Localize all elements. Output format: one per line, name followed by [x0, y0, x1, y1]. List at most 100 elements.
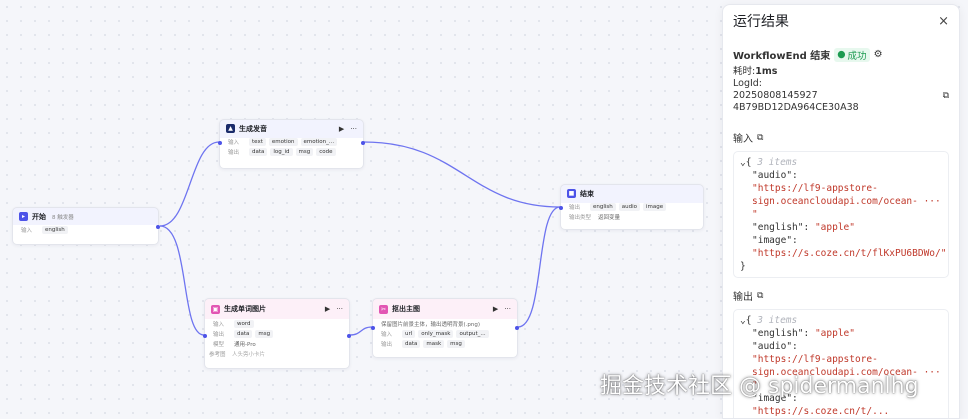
input-port[interactable]	[203, 334, 207, 338]
edge-cutout-end	[517, 206, 561, 328]
var-chip: english	[42, 226, 68, 234]
var-chip: log_id	[270, 148, 293, 156]
trigger-badge: 8 触发器	[52, 214, 74, 221]
ref-value: 人头旁小卡片	[232, 352, 266, 358]
node-start[interactable]: ▸ 开始 8 触发器 输入 english	[12, 207, 160, 245]
item-count: 3 items	[757, 157, 798, 168]
json-key: "image":	[752, 235, 798, 246]
node-title: 生成发音	[239, 124, 267, 133]
json-value: sign.oceancloudapi.com/ocean- ··· "	[752, 196, 941, 220]
input-label: 输入	[381, 332, 393, 338]
edge-start-audio	[159, 141, 220, 227]
var-chip: mask	[423, 340, 445, 348]
json-value: "https://s.coze.cn/t/flKxPU6BDWo/"	[752, 248, 947, 259]
mode-label: 输出类型	[569, 215, 592, 221]
input-port[interactable]	[371, 326, 375, 330]
start-icon: ▸	[19, 212, 28, 221]
run-icon[interactable]: ▶	[325, 305, 330, 313]
node-name: WorkflowEnd 结束	[733, 51, 831, 62]
output-label: 输出	[381, 342, 393, 348]
output-port[interactable]	[156, 225, 160, 229]
var-chip: url	[402, 330, 416, 338]
node-title: 结束	[580, 189, 594, 198]
node-cutout[interactable]: ✂ 抠出主图 ▶ ··· 保留图片前景主体，输出透明背景(.png) 输入 ur…	[371, 298, 519, 358]
var-chip: data	[249, 148, 268, 156]
edge-audio-end	[363, 141, 561, 208]
input-port[interactable]	[218, 141, 222, 145]
collapse-icon[interactable]: ⌄	[740, 157, 746, 168]
node-generate-image[interactable]: ▣ 生成单词图片 ▶ ··· 输入 word 输出 data msg 模型 通用…	[203, 298, 351, 369]
run-result-panel: 运行结果 × WorkflowEnd 结束 ● 成功 ⚙ 耗时:1ms LogI…	[722, 4, 960, 419]
input-label: 输入	[228, 140, 240, 146]
audio-plugin-icon: ▲	[226, 124, 235, 133]
node-title: 开始	[32, 212, 46, 221]
var-chip: msg	[255, 330, 274, 338]
more-icon[interactable]: ···	[336, 305, 343, 313]
more-icon[interactable]: ···	[350, 125, 357, 133]
time-label: 耗时:	[733, 66, 756, 77]
edge-start-image	[159, 225, 205, 336]
var-chip: msg	[447, 340, 465, 348]
node-title: 生成单词图片	[224, 305, 266, 313]
output-title: 输出	[733, 292, 753, 303]
json-key: "english":	[752, 328, 810, 339]
var-chip: emotion	[268, 138, 298, 146]
node-title: 抠出主图	[392, 305, 420, 313]
panel-title: 运行结果	[733, 14, 789, 30]
json-key: "audio":	[752, 170, 798, 181]
var-chip: output_...	[456, 330, 489, 338]
collapse-icon[interactable]: ⌄	[740, 315, 746, 326]
status-text: 成功	[847, 50, 867, 62]
run-icon[interactable]: ▶	[339, 125, 344, 133]
item-count: 3 items	[757, 315, 798, 326]
settings-icon[interactable]: ⚙	[874, 49, 883, 60]
run-icon[interactable]: ▶	[493, 305, 498, 313]
node-description: 保留图片前景主体，输出透明背景(.png)	[381, 322, 481, 328]
ref-label: 参考图	[209, 352, 226, 358]
success-icon: ●	[837, 49, 846, 60]
input-title: 输入	[733, 134, 753, 145]
var-chip: data	[402, 340, 421, 348]
output-port[interactable]	[515, 326, 519, 330]
var-chip: only_mask	[418, 330, 454, 338]
watermark: 掘金技术社区 @ spidermanlhg	[600, 374, 919, 399]
copy-icon[interactable]: ⧉	[757, 133, 763, 143]
var-chip: code	[316, 148, 336, 156]
edge-image-cutout	[349, 326, 373, 336]
json-value: "apple"	[814, 328, 855, 339]
output-label: 输出	[569, 205, 581, 211]
status-badge: ● 成功	[834, 47, 870, 62]
node-generate-audio[interactable]: ▲ 生成发音 ▶ ··· 输入 text emotion emotion_...…	[218, 119, 365, 169]
json-value: "https://lf9-appstore-	[752, 354, 878, 365]
image-gen-icon: ▣	[211, 304, 220, 314]
workflow-canvas[interactable]: ▸ 开始 8 触发器 输入 english ▲ 生成发音 ▶ ··· 输入 te…	[0, 0, 722, 419]
output-port[interactable]	[347, 334, 351, 338]
var-chip: word	[234, 320, 254, 328]
end-icon: ■	[567, 189, 576, 198]
input-label: 输入	[213, 322, 225, 328]
input-json: ⌄{ 3 items "audio": "https://lf9-appstor…	[733, 151, 949, 278]
cutout-icon: ✂	[379, 304, 388, 314]
var-chip: msg	[295, 148, 314, 156]
input-port[interactable]	[559, 206, 563, 210]
json-key: "english":	[752, 222, 810, 233]
time-value: 1ms	[755, 66, 778, 77]
logid-label: LogId:	[733, 78, 763, 89]
json-value: "https://s.coze.cn/t/...	[752, 406, 890, 417]
output-label: 输出	[213, 332, 225, 338]
var-chip: english	[590, 203, 616, 211]
var-chip: emotion_...	[300, 138, 338, 146]
output-port[interactable]	[361, 141, 365, 145]
json-value: "apple"	[814, 222, 855, 233]
node-end[interactable]: ■ 结束 输出 english audio image 输出类型 返回变量	[559, 184, 704, 230]
model-label: 模型	[213, 342, 225, 348]
close-icon[interactable]: ×	[938, 14, 949, 29]
json-key: "audio":	[752, 341, 798, 352]
logid-value: 20250808145927 4B79BD12DA964CE30A38	[733, 90, 859, 113]
var-chip: data	[234, 330, 253, 338]
copy-icon[interactable]: ⧉	[757, 291, 763, 301]
model-value: 通用-Pro	[234, 342, 256, 348]
output-label: 输出	[228, 150, 240, 156]
more-icon[interactable]: ···	[504, 305, 511, 313]
copy-icon[interactable]: ⧉	[943, 90, 949, 102]
